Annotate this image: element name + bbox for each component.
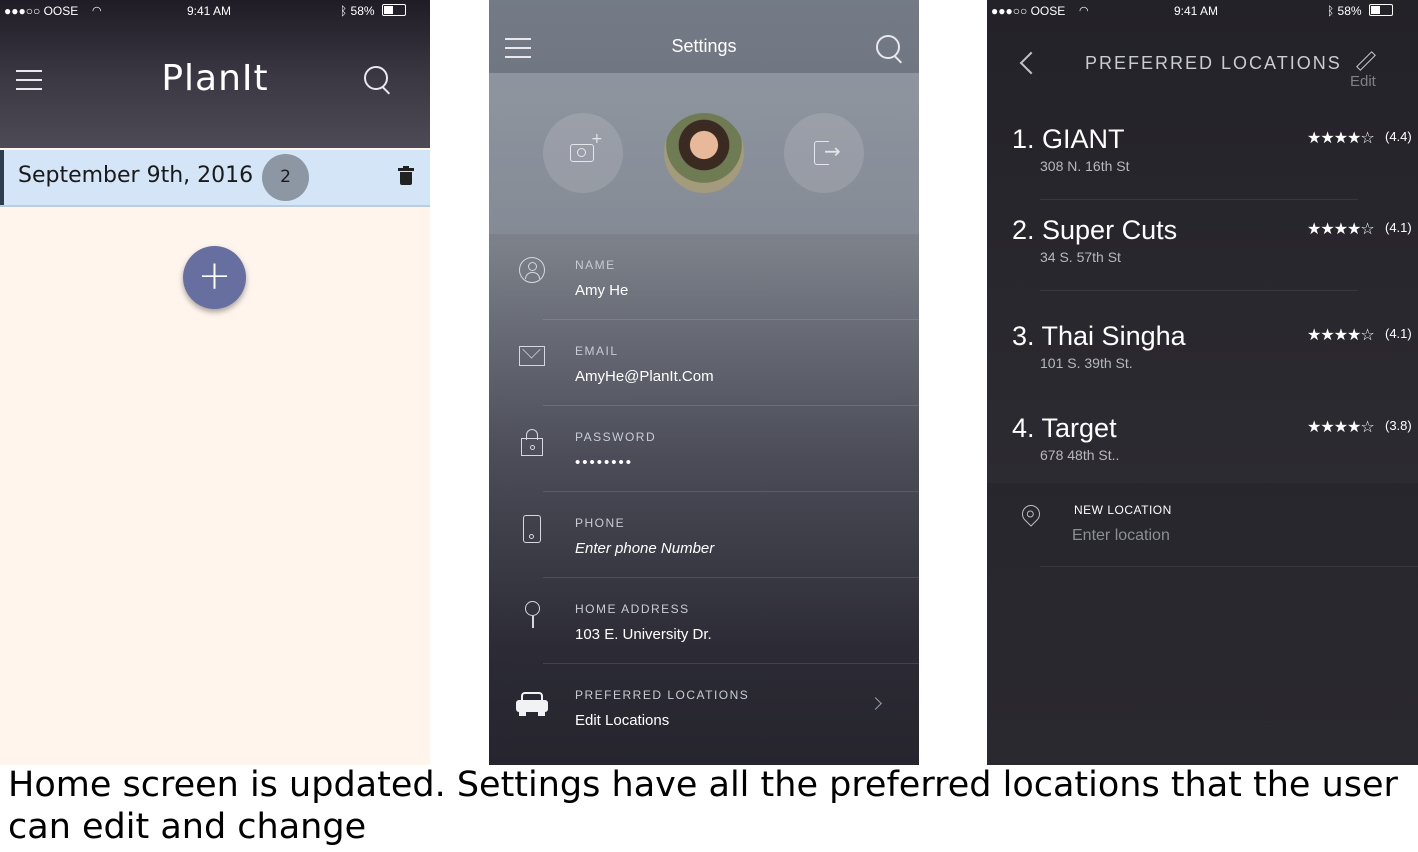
location-address: 101 S. 39th St. xyxy=(1040,355,1133,371)
name-label: NAME xyxy=(575,258,616,272)
settings-screen: Settings + → NAME Amy He EMAIL AmyHe@Pla… xyxy=(489,0,919,765)
edit-label: Edit xyxy=(1350,73,1376,90)
location-name: 4. Target xyxy=(1012,413,1117,443)
status-time: 9:41 AM xyxy=(1174,4,1219,18)
date-label: September 9th, 2016 xyxy=(18,163,254,188)
preferred-locations-title: PREFERRED LOCATIONS xyxy=(1085,53,1342,73)
wifi-icon: ◠ xyxy=(92,5,102,17)
battery-indicator: ᛒ 58% xyxy=(1327,4,1393,18)
carrier-label: ●●●○○ OOSE xyxy=(991,4,1066,18)
location-pin-icon xyxy=(1018,501,1044,527)
battery-percent: 58% xyxy=(350,4,375,18)
caption-text: Home screen is updated. Settings have al… xyxy=(8,765,1398,847)
home-screen: ●●●○○ OOSE ◠ 9:41 AM ᛒ 58% PlanIt Septem… xyxy=(0,0,430,765)
preferred-locations-label: PREFERRED LOCATIONS xyxy=(575,688,750,702)
rating-value: (4.4) xyxy=(1385,129,1412,144)
battery-icon xyxy=(381,4,406,16)
mail-icon xyxy=(519,346,545,366)
phone-value[interactable]: Enter phone Number xyxy=(575,540,714,557)
password-label: PASSWORD xyxy=(575,430,657,444)
location-name: 3. Thai Singha xyxy=(1012,321,1186,351)
location-item[interactable]: 2. Super Cuts 34 S. 57th St ★★★★☆ (4.1) xyxy=(987,215,1418,305)
location-address: 308 N. 16th St xyxy=(1040,158,1130,174)
email-field[interactable]: EMAIL AmyHe@PlanIt.Com xyxy=(489,320,919,406)
avatar[interactable] xyxy=(664,113,744,193)
preferred-locations-screen: ●●●○○ OOSE ◠ 9:41 AM ᛒ 58% PREFERRED LOC… xyxy=(987,0,1418,765)
edit-locations-link[interactable]: Edit Locations xyxy=(575,712,669,729)
logout-arrow: → xyxy=(824,139,841,163)
name-field[interactable]: NAME Amy He xyxy=(489,234,919,320)
password-field[interactable]: PASSWORD •••••••• xyxy=(489,406,919,492)
location-name: 2. Super Cuts xyxy=(1012,215,1178,245)
settings-navbar: Settings xyxy=(489,0,919,73)
location-address: 678 48th St.. xyxy=(1040,447,1120,463)
settings-title: Settings xyxy=(671,36,737,56)
search-icon[interactable] xyxy=(876,35,906,65)
battery-icon xyxy=(1368,4,1393,16)
camera-button[interactable]: + xyxy=(543,113,623,193)
star-rating-icon: ★★★★☆ xyxy=(1307,325,1375,344)
phone-label: PHONE xyxy=(575,516,626,530)
location-name: 1. GIANT xyxy=(1012,124,1125,154)
selection-accent xyxy=(0,150,4,205)
email-value[interactable]: AmyHe@PlanIt.Com xyxy=(575,368,714,385)
event-count-badge: 2 xyxy=(262,154,309,201)
star-rating-icon: ★★★★☆ xyxy=(1307,417,1375,436)
add-button[interactable]: + xyxy=(183,246,246,309)
home-address-field[interactable]: HOME ADDRESS 103 E. University Dr. xyxy=(489,578,919,664)
status-bar: ●●●○○ OOSE ◠ 9:41 AM ᛒ 58% xyxy=(0,4,430,22)
pin-icon xyxy=(525,601,541,628)
star-rating-icon: ★★★★☆ xyxy=(1307,128,1375,147)
new-location-label: NEW LOCATION xyxy=(1074,503,1172,517)
location-address: 34 S. 57th St xyxy=(1040,249,1121,265)
location-item[interactable]: 1. GIANT 308 N. 16th St ★★★★☆ (4.4) xyxy=(987,124,1418,214)
carrier-label: ●●●○○ OOSE xyxy=(4,4,79,18)
bluetooth-icon: ᛒ xyxy=(340,4,348,18)
status-bar: ●●●○○ OOSE ◠ 9:41 AM ᛒ 58% xyxy=(987,4,1418,22)
wifi-icon: ◠ xyxy=(1079,5,1089,17)
user-icon xyxy=(519,257,545,283)
star-rating-icon: ★★★★☆ xyxy=(1307,219,1375,238)
email-label: EMAIL xyxy=(575,344,619,358)
new-location-section: NEW LOCATION xyxy=(987,483,1418,567)
logout-button[interactable]: → xyxy=(784,113,864,193)
edit-button[interactable]: Edit xyxy=(1347,48,1381,90)
status-time: 9:41 AM xyxy=(187,4,232,18)
add-photo-plus: + xyxy=(591,131,603,147)
rating-value: (4.1) xyxy=(1385,220,1412,235)
pencil-icon xyxy=(1356,51,1376,71)
home-address-label: HOME ADDRESS xyxy=(575,602,690,616)
car-icon xyxy=(516,692,548,716)
date-list-item[interactable]: September 9th, 2016 2 xyxy=(0,150,430,207)
home-address-value[interactable]: 103 E. University Dr. xyxy=(575,626,712,643)
rating-value: (4.1) xyxy=(1385,326,1412,341)
chevron-right-icon xyxy=(869,697,882,710)
phone-field[interactable]: PHONE Enter phone Number xyxy=(489,492,919,578)
trash-icon[interactable] xyxy=(398,166,414,186)
bluetooth-icon: ᛒ xyxy=(1327,4,1335,18)
name-value[interactable]: Amy He xyxy=(575,282,628,299)
rating-value: (3.8) xyxy=(1385,418,1412,433)
search-icon[interactable] xyxy=(364,66,394,96)
password-value[interactable]: •••••••• xyxy=(575,454,633,471)
phone-icon xyxy=(523,515,541,543)
battery-indicator: ᛒ 58% xyxy=(340,4,406,18)
home-header: ●●●○○ OOSE ◠ 9:41 AM ᛒ 58% PlanIt xyxy=(0,0,430,148)
lock-icon xyxy=(521,429,543,456)
location-item[interactable]: 3. Thai Singha 101 S. 39th St. ★★★★☆ (4.… xyxy=(987,321,1418,411)
new-location-input[interactable] xyxy=(1072,525,1372,547)
battery-percent: 58% xyxy=(1337,4,1362,18)
preferred-locations-row[interactable]: PREFERRED LOCATIONS Edit Locations xyxy=(489,664,919,750)
